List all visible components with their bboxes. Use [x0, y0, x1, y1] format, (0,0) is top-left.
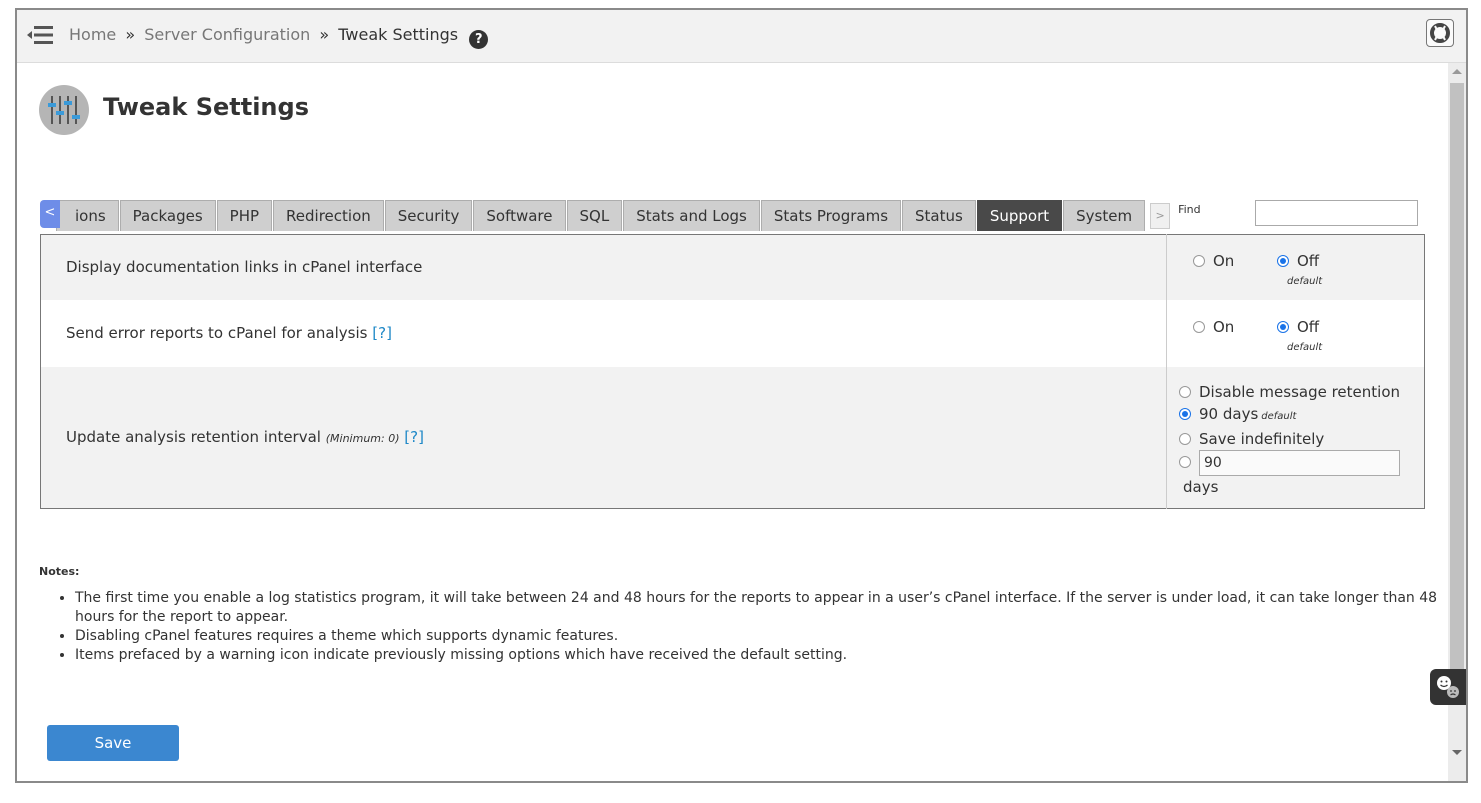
- setting-label-text: Send error reports to cPanel for analysi…: [66, 324, 368, 342]
- tab-redirection[interactable]: Redirection: [273, 200, 384, 231]
- setting-label: Send error reports to cPanel for analysi…: [40, 299, 1167, 367]
- tab-scroll-next-button[interactable]: >: [1150, 203, 1171, 229]
- option-label: 90 days: [1199, 404, 1259, 423]
- feedback-button[interactable]: [1430, 669, 1466, 705]
- option-on[interactable]: On: [1193, 252, 1234, 270]
- radio-off[interactable]: [1277, 321, 1289, 333]
- menu-collapse-icon[interactable]: [27, 24, 53, 46]
- default-note: default: [1287, 276, 1323, 288]
- breadcrumb-server-configuration[interactable]: Server Configuration: [144, 25, 310, 44]
- breadcrumb-home[interactable]: Home: [69, 25, 116, 44]
- radio-custom[interactable]: [1179, 456, 1191, 469]
- help-link[interactable]: [?]: [372, 324, 392, 342]
- option-label: Disable message retention: [1199, 382, 1401, 401]
- setting-options: On Off default: [1166, 299, 1425, 367]
- sliders-icon: [39, 85, 89, 135]
- tab-stats-and-logs[interactable]: Stats and Logs: [623, 200, 760, 231]
- radio-on[interactable]: [1193, 255, 1205, 268]
- tab-software[interactable]: Software: [473, 200, 566, 231]
- option-label: Save indefinitely: [1199, 429, 1325, 448]
- find-label: Find: [1178, 203, 1201, 216]
- breadcrumb-separator: »: [125, 25, 136, 44]
- find-input[interactable]: [1255, 200, 1418, 226]
- default-note: default: [1287, 342, 1323, 353]
- tab-support[interactable]: Support: [976, 200, 1063, 231]
- note-item: Items prefaced by a warning icon indicat…: [75, 646, 1455, 665]
- option-disable-retention[interactable]: Disable message retention: [1179, 381, 1423, 403]
- tab-packages[interactable]: Packages: [119, 200, 216, 231]
- breadcrumb: Home » Server Configuration » Tweak Sett…: [69, 25, 489, 49]
- setting-label: Display documentation links in cPanel in…: [40, 234, 1167, 300]
- save-button[interactable]: Save: [47, 725, 179, 761]
- tab-stats-programs[interactable]: Stats Programs: [760, 200, 902, 231]
- radio-indefinitely[interactable]: [1179, 432, 1191, 445]
- radio-off[interactable]: [1277, 255, 1289, 268]
- note-item: Disabling cPanel features requires a the…: [75, 627, 1455, 646]
- setting-row: Display documentation links in cPanel in…: [40, 234, 1425, 300]
- on-off-group: On Off default: [1193, 241, 1423, 293]
- option-off[interactable]: Off: [1277, 252, 1319, 270]
- feedback-faces-icon: [1437, 676, 1459, 698]
- on-off-group: On Off default: [1193, 307, 1423, 359]
- tab-status[interactable]: Status: [902, 200, 976, 231]
- minimum-note: (Minimum: 0): [325, 432, 400, 446]
- breadcrumb-current: Tweak Settings: [338, 25, 459, 44]
- radio-on[interactable]: [1193, 321, 1205, 333]
- notes-title: Notes:: [39, 565, 80, 578]
- retention-options: Disable message retention 90 days default…: [1179, 369, 1423, 506]
- option-save-indefinitely[interactable]: Save indefinitely: [1179, 428, 1423, 450]
- main-content: Tweak Settings < ions Packages PHP Redirecti…: [17, 63, 1448, 781]
- tab-sql[interactable]: SQL: [566, 200, 623, 231]
- scrollbar-thumb[interactable]: [1450, 83, 1464, 703]
- help-link[interactable]: [?]: [404, 428, 424, 446]
- setting-row: Send error reports to cPanel for analysi…: [40, 299, 1425, 367]
- option-on[interactable]: On: [1193, 318, 1234, 336]
- breadcrumb-separator: »: [319, 25, 330, 44]
- setting-label: Update analysis retention interval (Mini…: [40, 366, 1167, 509]
- support-button[interactable]: [1426, 19, 1454, 47]
- scroll-up-arrow[interactable]: [1452, 69, 1462, 74]
- option-90-days[interactable]: 90 days default: [1179, 403, 1423, 428]
- app-window: Home » Server Configuration » Tweak Sett…: [15, 8, 1468, 783]
- settings-table: Display documentation links in cPanel in…: [40, 234, 1425, 509]
- radio-disable[interactable]: [1179, 385, 1191, 398]
- default-note: default: [1261, 410, 1297, 422]
- custom-days-input[interactable]: 90: [1199, 449, 1400, 476]
- tab-system[interactable]: System: [1063, 200, 1146, 231]
- radio-90-days[interactable]: [1179, 407, 1191, 420]
- setting-row: Update analysis retention interval (Mini…: [40, 366, 1425, 509]
- note-item: The first time you enable a log statisti…: [75, 589, 1455, 627]
- scroll-down-arrow[interactable]: [1452, 750, 1462, 755]
- setting-label-text: Display documentation links in cPanel in…: [66, 258, 423, 277]
- question-circle-icon[interactable]: ?: [469, 30, 489, 49]
- page-title: Tweak Settings: [103, 93, 309, 121]
- custom-days-unit: days: [1183, 477, 1219, 496]
- option-off[interactable]: Off: [1277, 318, 1319, 336]
- setting-label-text: Update analysis retention interval: [66, 428, 321, 447]
- option-on-label: On: [1213, 318, 1235, 336]
- tab-security[interactable]: Security: [384, 200, 473, 231]
- tab-ions[interactable]: ions: [56, 200, 119, 231]
- notes-list: The first time you enable a log statisti…: [39, 589, 1455, 665]
- setting-options: On Off default: [1166, 234, 1425, 300]
- tab-scroll-prev-button[interactable]: <: [40, 200, 60, 228]
- tab-bar: < ions Packages PHP Redirection Security Softw…: [40, 200, 1201, 232]
- option-on-label: On: [1213, 252, 1235, 271]
- option-off-label: Off: [1297, 318, 1320, 336]
- top-bar: Home » Server Configuration » Tweak Sett…: [17, 10, 1466, 63]
- lifebuoy-icon: [1430, 23, 1450, 43]
- option-custom[interactable]: 90: [1179, 449, 1423, 476]
- option-off-label: Off: [1297, 252, 1320, 271]
- tab-php[interactable]: PHP: [216, 200, 273, 231]
- setting-options: Disable message retention 90 days default…: [1166, 366, 1425, 509]
